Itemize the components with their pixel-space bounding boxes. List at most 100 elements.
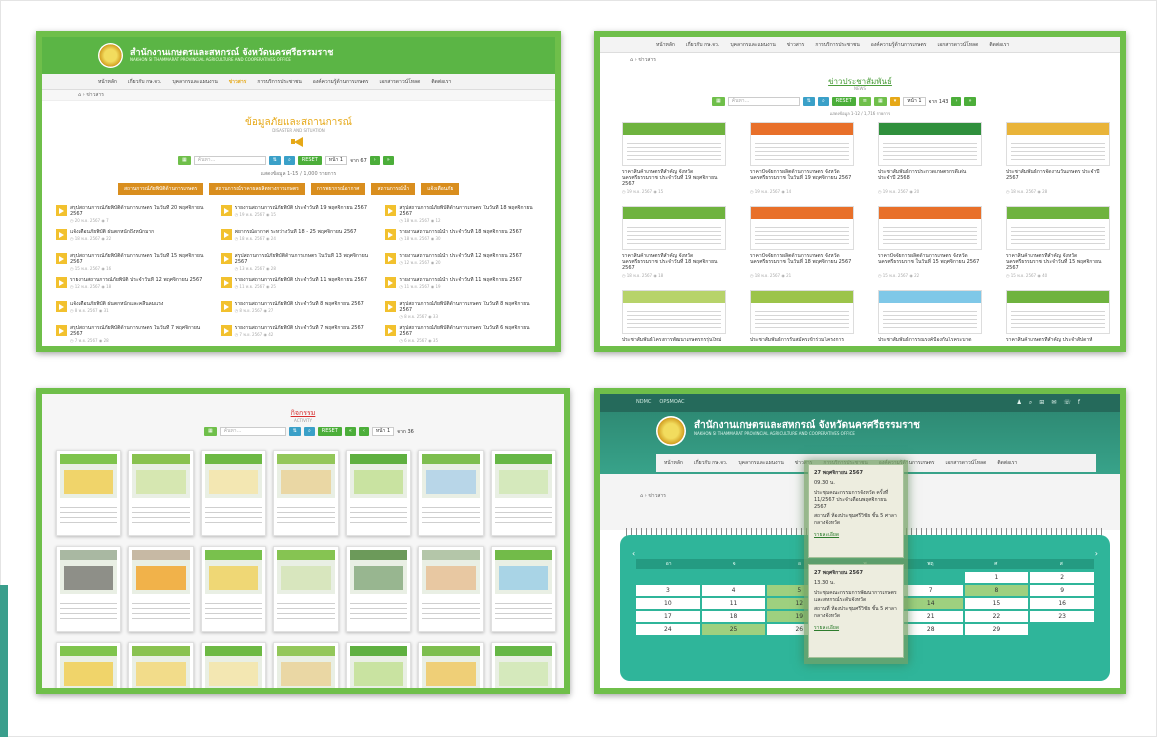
calendar-day[interactable]: 21 [898,611,963,622]
news-card[interactable]: ประชาสัมพันธ์การประกวดเกษตรกรดีเด่น ประจ… [878,122,982,200]
sort-icon[interactable]: ⇅ [288,427,301,436]
nav-item[interactable]: เกี่ยวกับ กษ.จว. [128,78,162,86]
sitemap-icon[interactable]: ⊞ [1039,399,1044,407]
mail-icon[interactable]: ✉ [1051,399,1056,407]
news-card[interactable]: ราคาปัจจัยการผลิตด้านการเกษตร จังหวัดนคร… [750,122,854,200]
calendar-day[interactable]: 24 [636,624,700,635]
calendar-day[interactable]: 29 [964,624,1029,635]
news-item-title[interactable]: สรุปสถานการณ์ภัยพิบัติด้านการเกษตร ในวัน… [70,205,209,217]
last-page-icon[interactable]: » [964,97,976,106]
calendar-day[interactable]: 23 [1030,611,1094,622]
activity-card[interactable] [128,450,194,536]
reset-button[interactable]: RESET [297,156,322,165]
news-item-title[interactable]: สรุปสถานการณ์ภัยพิบัติด้านการเกษตร ในวัน… [70,325,209,337]
news-item[interactable]: สรุปสถานการณ์ภัยพิบัติด้านการเกษตร ในวัน… [385,301,538,319]
nav-item[interactable]: การบริการประชาชน [257,78,301,86]
news-item-title[interactable]: สรุปสถานการณ์ภัยพิบัติด้านการเกษตร ในวัน… [399,301,538,313]
reset-button[interactable]: RESET [831,97,856,106]
activity-card[interactable] [345,642,412,688]
event-detail-link[interactable]: รายละเอียด [814,624,898,632]
activity-card[interactable] [200,642,267,688]
activity-card[interactable] [490,450,556,536]
nav-item[interactable]: หน้าหลัก [664,459,683,467]
category-tab[interactable]: สถานการณ์ราคาผลผลิตทางการเกษตร [209,183,305,195]
news-card-thumbnail[interactable] [878,206,982,250]
calendar-day[interactable]: 7 [898,585,963,596]
activity-photo[interactable] [277,646,335,688]
nav-item[interactable]: บุคลากรและแผนงาน [172,78,217,86]
opsmoac-link[interactable]: OPSMOAC [659,399,684,405]
activity-card[interactable] [345,546,412,632]
calendar-day[interactable]: 4 [701,585,766,596]
sort-icon[interactable]: ⇅ [268,156,281,165]
news-card[interactable]: ประชาสัมพันธ์การรณรงค์ป้องกันโรคระบาด◷ 1… [878,290,982,346]
news-card-thumbnail[interactable] [622,122,726,166]
news-item[interactable]: แจ้งเตือนภัยพิบัติ ฝนตกหนักถึงหนักมาก ◷ 1… [56,229,209,247]
category-tab[interactable]: สถานการณ์ภัยพิบัติด้านการเกษตร [118,183,204,195]
activity-photo[interactable] [494,646,552,688]
activity-card[interactable] [345,450,412,536]
news-card-thumbnail[interactable] [1006,290,1110,334]
activity-card[interactable] [200,546,267,632]
next-page-icon[interactable]: › [369,156,380,165]
news-card[interactable]: ราคาปัจจัยการผลิตด้านการเกษตร จังหวัดนคร… [878,206,982,284]
news-item-title[interactable]: สรุปสถานการณ์ภัยพิบัติด้านการเกษตร ในวัน… [235,253,374,265]
last-page-icon[interactable]: » [382,156,394,165]
category-tab[interactable]: สถานการณ์น้ำ [371,183,416,195]
activity-photo[interactable] [422,550,480,594]
calendar-day[interactable]: 10 [636,598,700,609]
activity-photo[interactable] [494,550,552,594]
calendar-day[interactable]: 18 [701,611,766,622]
activity-photo[interactable] [277,454,335,498]
category-tab[interactable]: แจ้งเตือนภัย [421,183,460,195]
nav-item[interactable]: การบริการประชาชน [815,41,859,49]
user-icon[interactable]: ♟ [1017,399,1022,407]
news-item-title[interactable]: สรุปสถานการณ์ภัยพิบัติด้านการเกษตร ในวัน… [399,325,538,337]
news-item[interactable]: รายงานสถานการณ์น้ำ ประจำวันที่ 12 พฤศจิก… [385,253,538,271]
news-item[interactable]: รายงานสถานการณ์ภัยพิบัติ ประจำวันที่ 12 … [56,277,209,295]
home-icon[interactable]: ⌂ [630,57,633,63]
activity-card[interactable] [418,450,484,536]
page-select[interactable]: หน้า 1 [371,427,395,436]
activity-card[interactable] [56,450,122,536]
nav-item[interactable]: เอกสารดาวน์โหลด [380,78,421,86]
news-card-title[interactable]: ราคาสินค้าเกษตรที่สำคัญ จังหวัดนครศรีธรร… [622,253,726,271]
first-page-icon[interactable]: « [344,427,356,436]
nav-item[interactable]: เอกสารดาวน์โหลด [938,41,979,49]
news-card-thumbnail[interactable] [750,206,854,250]
news-card-thumbnail[interactable] [750,122,854,166]
nav-item[interactable]: เกี่ยวกับ กษ.จว. [694,459,728,467]
activity-card[interactable] [418,642,484,688]
news-card[interactable]: ประชาสัมพันธ์การจัดงานวันเกษตร ประจำปี 2… [1006,122,1110,200]
news-card[interactable]: ราคาสินค้าเกษตรที่สำคัญ จังหวัดนครศรีธรร… [1006,206,1110,284]
nav-item[interactable]: หน้าหลัก [656,41,675,49]
event-detail-link[interactable]: รายละเอียด [814,531,898,539]
nav-item[interactable]: หน้าหลัก [98,78,117,86]
page-select[interactable]: หน้า 1 [903,97,926,106]
filter-icon[interactable]: ▾ [889,97,901,106]
calendar-day[interactable]: 8 [964,585,1029,596]
news-card-thumbnail[interactable] [1006,206,1110,250]
news-card-title[interactable]: ประชาสัมพันธ์การรณรงค์ป้องกันโรคระบาด [878,337,982,346]
news-item-title[interactable]: สรุปสถานการณ์ภัยพิบัติด้านการเกษตร ในวัน… [399,205,538,217]
facebook-icon[interactable]: f [1078,399,1080,407]
chevron-right-icon[interactable]: › [1095,549,1098,558]
search-icon[interactable]: ⌕ [303,427,315,436]
news-item[interactable]: รายงานสถานการณ์ภัยพิบัติ ประจำวันที่ 8 พ… [220,301,374,319]
activity-photo[interactable] [422,454,480,498]
search-icon[interactable]: ⌕ [1029,399,1032,407]
activity-photo[interactable] [349,550,408,594]
news-card-title[interactable]: ราคาปัจจัยการผลิตด้านการเกษตร จังหวัดนคร… [878,253,982,271]
calendar-day[interactable]: 25 [701,624,766,635]
news-item[interactable]: สรุปสถานการณ์ภัยพิบัติด้านการเกษตร ในวัน… [56,205,209,223]
search-icon[interactable]: ⌕ [817,97,829,106]
news-item[interactable]: รายงานสถานการณ์น้ำ ประจำวันที่ 18 พฤศจิก… [385,229,538,247]
calendar-day[interactable]: 9 [1030,585,1094,596]
activity-photo[interactable] [204,454,263,498]
nav-item[interactable]: ข่าวสาร [787,41,805,49]
activity-photo[interactable] [349,454,408,498]
news-card-thumbnail[interactable] [1006,122,1110,166]
news-item[interactable]: แจ้งเตือนภัยพิบัติ ฝนตกหนักและคลื่นลมแรง… [56,301,209,319]
activity-card[interactable] [273,546,339,632]
activity-photo[interactable] [204,646,263,688]
